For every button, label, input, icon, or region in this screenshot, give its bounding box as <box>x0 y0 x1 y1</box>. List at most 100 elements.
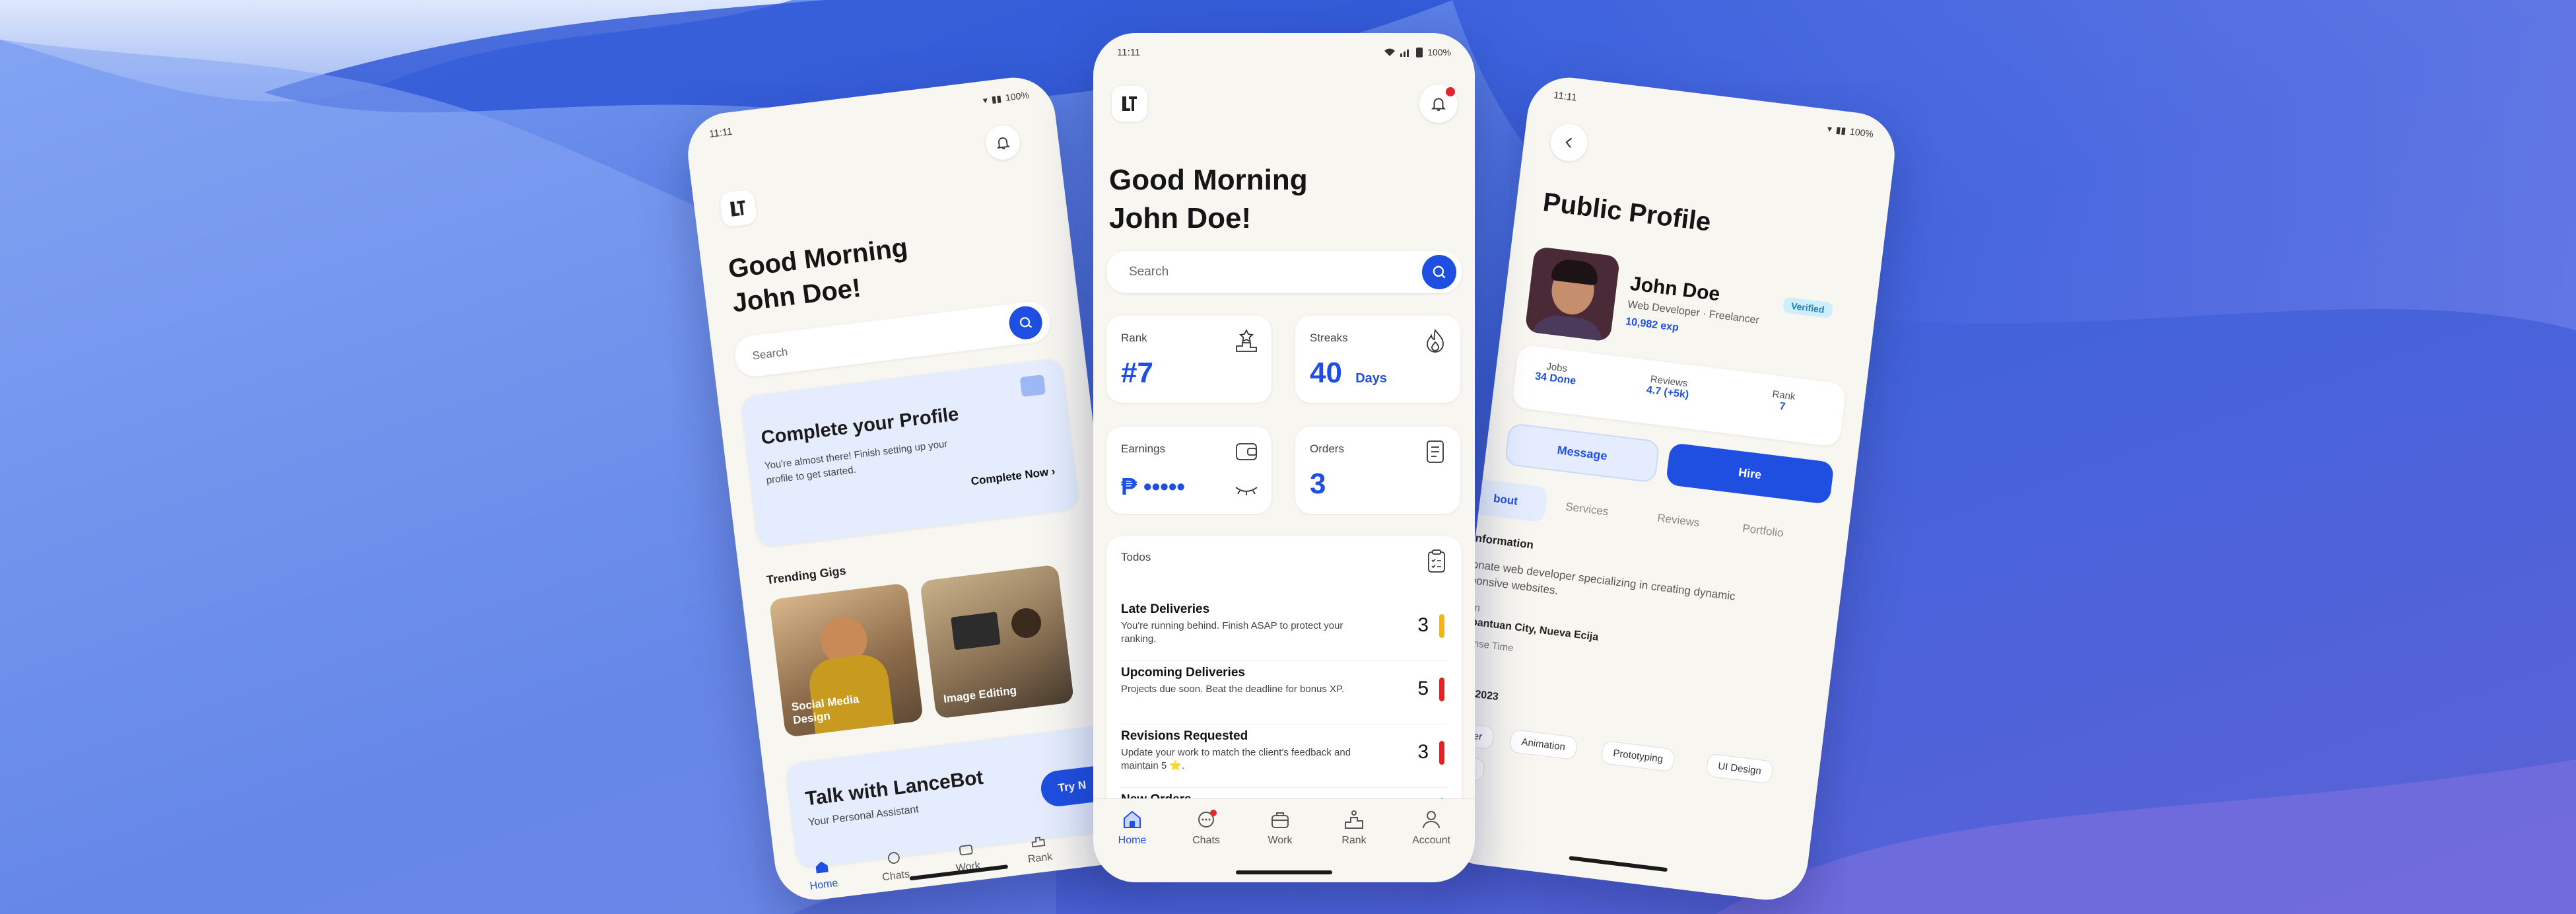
chat-icon <box>1198 810 1217 827</box>
nav-home[interactable]: Home <box>795 857 851 894</box>
todo-desc: Projects due soon. Beat the deadline for… <box>1121 684 1345 695</box>
eye-closed-icon[interactable] <box>1233 483 1260 497</box>
tab-services[interactable]: Services <box>1565 500 1609 518</box>
earnings-value-hidden: ₱ ••••• <box>1121 473 1186 500</box>
battery-text: 100% <box>1849 125 1874 139</box>
try-now-label: Try N <box>1057 778 1087 794</box>
chevron-right-icon: › <box>1050 464 1056 478</box>
search-placeholder: Search <box>1129 265 1169 279</box>
todo-indicator <box>1439 678 1444 701</box>
center-phone: 11:11 100% Good Morning John Doe! Search <box>1093 33 1475 882</box>
briefcase-icon <box>1271 812 1289 828</box>
trending-gigs-title: Trending Gigs <box>765 563 847 587</box>
nav-label: Rank <box>1027 851 1054 866</box>
streaks-card[interactable]: Streaks 40 Days <box>1295 316 1460 403</box>
rank-value: #7 <box>1121 357 1153 389</box>
streaks-value: 40 Days <box>1310 357 1387 390</box>
home-icon <box>1124 810 1141 828</box>
tab-reviews[interactable]: Reviews <box>1656 512 1700 530</box>
app-logo[interactable] <box>1112 86 1147 122</box>
person-icon <box>1423 811 1440 829</box>
todo-indicator <box>1439 614 1444 638</box>
battery-text: 100% <box>1427 47 1451 57</box>
todo-item[interactable]: Revisions Requested Update your work to … <box>1121 729 1447 788</box>
signal-icon: ▮▮ <box>1835 123 1847 136</box>
nav-rank[interactable]: Rank <box>1324 810 1384 847</box>
streaks-number: 40 <box>1310 357 1342 389</box>
todo-indicator <box>1439 741 1444 765</box>
nav-home[interactable]: Home <box>1102 810 1162 847</box>
chevron-left-icon <box>1565 137 1573 148</box>
skill-chip: UI Design <box>1705 753 1774 785</box>
search-button[interactable] <box>1422 255 1456 289</box>
todo-count: 3 <box>1417 614 1429 636</box>
podium-icon <box>1031 836 1046 848</box>
flame-icon <box>1427 328 1444 353</box>
nav-label: Home <box>1118 835 1147 846</box>
complete-now-label: Complete Now <box>970 466 1050 488</box>
message-label: Message <box>1556 442 1608 462</box>
notification-dot <box>1446 87 1455 96</box>
notification-bell-icon[interactable] <box>1419 85 1458 123</box>
profile-card-icon <box>1019 374 1046 398</box>
nav-label: Chats <box>1192 835 1220 846</box>
earnings-label: Earnings <box>1121 442 1166 455</box>
lancebot-title: Talk with LanceBot <box>804 766 985 810</box>
complete-now-link[interactable]: Complete Now › <box>970 465 1056 489</box>
home-icon <box>815 861 829 874</box>
nav-chats[interactable]: Chats <box>1176 810 1236 847</box>
wifi-icon <box>1384 48 1396 56</box>
search-icon <box>1433 265 1446 279</box>
nav-rank[interactable]: Rank <box>1011 829 1067 867</box>
skill-chip: Animation <box>1508 728 1578 760</box>
nav-work[interactable]: Work <box>1250 810 1310 847</box>
rank-card[interactable]: Rank #7 <box>1106 316 1271 403</box>
rank-label: Rank <box>1121 332 1147 344</box>
page-title: Public Profile <box>1541 187 1712 237</box>
orders-card[interactable]: Orders 3 <box>1295 427 1460 514</box>
greeting-line-1: Good Morning <box>1109 164 1308 196</box>
hire-button[interactable]: Hire <box>1665 442 1835 505</box>
gig-card-1[interactable]: Social Media Design <box>768 582 924 738</box>
signal-icon: ▮▮ <box>990 92 1003 104</box>
status-bar: 11:11 100% <box>1117 42 1451 62</box>
receipt-icon <box>1427 440 1444 463</box>
nav-label: Home <box>809 877 839 892</box>
nav-account[interactable]: Account <box>1398 810 1464 847</box>
battery-icon <box>1416 48 1423 57</box>
tab-about[interactable]: bout <box>1478 479 1548 523</box>
bottom-nav: Home Chats Work Rank Account <box>1093 798 1475 882</box>
verified-badge: Verified <box>1782 297 1833 319</box>
status-time: 11:11 <box>1117 46 1141 58</box>
app-logo[interactable] <box>719 189 758 228</box>
todo-count: 3 <box>1417 741 1429 763</box>
status-time: 11:11 <box>1553 89 1578 104</box>
gig-card-2[interactable]: Image Editing <box>920 564 1075 719</box>
podium-icon <box>1345 810 1363 829</box>
notification-bell-icon[interactable] <box>984 123 1023 162</box>
back-button[interactable] <box>1548 122 1590 164</box>
todo-count: 5 <box>1417 678 1429 699</box>
earnings-card[interactable]: Earnings ₱ ••••• <box>1106 427 1271 514</box>
avatar-shirt <box>1529 312 1606 342</box>
message-button[interactable]: Message <box>1504 423 1660 483</box>
todo-item[interactable]: Late Deliveries You're running behind. F… <box>1121 602 1447 661</box>
skills-list: oper Animation Prototyping UI Design her <box>1444 721 1819 839</box>
battery-text: 100% <box>1005 89 1030 103</box>
nav-label: Account <box>1412 835 1450 846</box>
greeting-line-2: John Doe! <box>1109 202 1252 234</box>
tab-portfolio[interactable]: Portfolio <box>1742 522 1784 540</box>
wifi-icon: ▾ <box>1827 122 1833 134</box>
search-icon <box>1019 317 1033 328</box>
todo-item[interactable]: Upcoming Deliveries Projects due soon. B… <box>1121 666 1447 724</box>
checklist-icon <box>1428 549 1445 573</box>
skill-chip: Prototyping <box>1600 740 1676 773</box>
tab-label: bout <box>1493 492 1518 508</box>
todos-title: Todos <box>1121 551 1151 563</box>
orders-value: 3 <box>1310 468 1326 500</box>
search-input[interactable]: Search <box>1106 251 1462 293</box>
gig-title: Image Editing <box>942 684 1017 706</box>
profile-avatar <box>1524 246 1621 342</box>
nav-label: Work <box>1268 835 1293 846</box>
complete-profile-card[interactable]: Complete your Profile You're almost ther… <box>740 357 1080 548</box>
